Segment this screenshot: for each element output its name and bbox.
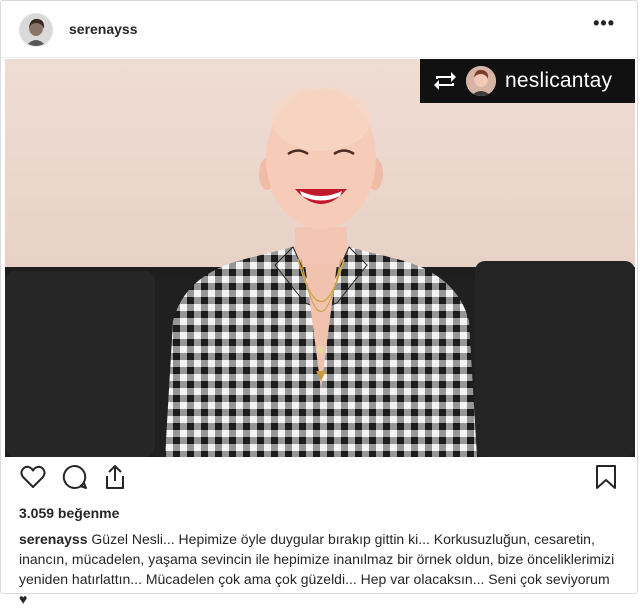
heart-icon[interactable] (19, 463, 47, 496)
caption-text: Güzel Nesli... Hepimize öyle duygular bı… (19, 531, 615, 607)
comment-icon[interactable] (61, 463, 89, 496)
avatar-image (20, 14, 52, 46)
repost-badge[interactable]: neslicantay (420, 59, 635, 103)
share-icon[interactable] (101, 463, 129, 496)
post-header: serenayss ••• (1, 1, 637, 58)
profile-avatar[interactable] (19, 13, 53, 47)
bookmark-icon[interactable] (593, 463, 619, 496)
instagram-post: serenayss ••• neslicantay 3.059 beğenme … (0, 0, 638, 607)
post-caption: serenayss Güzel Nesli... Hepimize öyle d… (19, 529, 619, 609)
post-photo[interactable]: neslicantay (5, 59, 635, 457)
post-username[interactable]: serenayss (69, 21, 138, 37)
repost-icon (434, 72, 456, 90)
likes-count[interactable]: 3.059 beğenme (19, 505, 119, 521)
repost-avatar-image (466, 66, 496, 96)
more-options-button[interactable]: ••• (593, 13, 615, 34)
caption-username[interactable]: serenayss (19, 531, 88, 547)
photo-image (5, 59, 635, 457)
action-bar (1, 463, 637, 499)
repost-avatar (466, 66, 496, 96)
repost-username: neslicantay (505, 69, 613, 92)
